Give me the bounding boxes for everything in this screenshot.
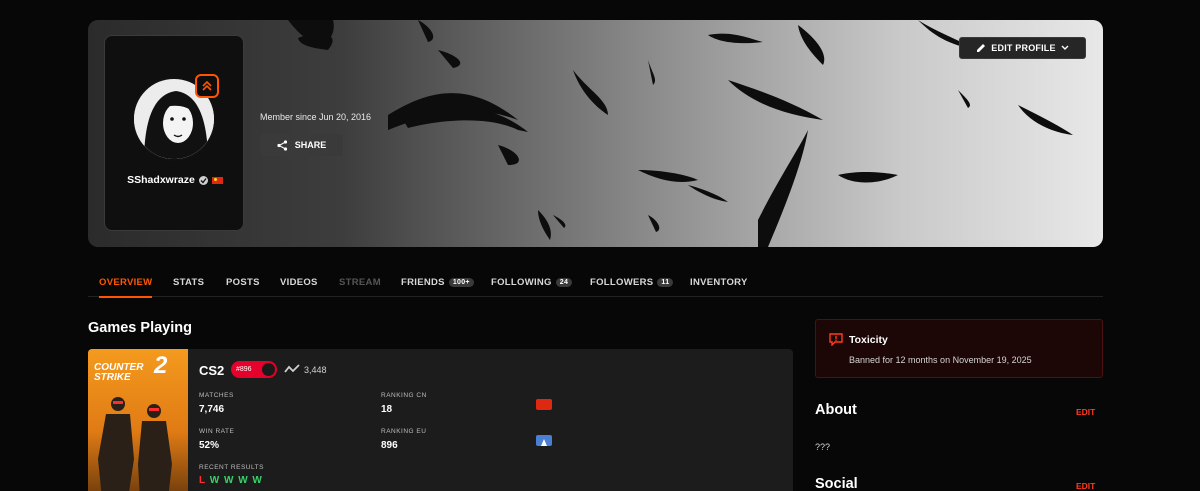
tab-following[interactable]: FOLLOWING 24 bbox=[491, 277, 573, 288]
game-name: CS2 bbox=[199, 363, 225, 378]
level-icon bbox=[261, 362, 276, 377]
cs2-cover-art: COUNTER STRIKE 2 bbox=[88, 349, 188, 491]
tab-label: FOLLOWING bbox=[491, 277, 552, 288]
tab-label: FRIENDS bbox=[401, 277, 445, 288]
tab-label: INVENTORY bbox=[690, 277, 748, 288]
result-item: W bbox=[252, 475, 263, 486]
tab-posts[interactable]: POSTS bbox=[226, 277, 260, 288]
tab-stats[interactable]: STATS bbox=[173, 277, 204, 288]
tab-count: 24 bbox=[555, 278, 573, 287]
level-badge bbox=[195, 74, 219, 98]
game-card-cs2[interactable]: COUNTER STRIKE 2 CS2 #896 3,448 MATCHES … bbox=[88, 349, 793, 491]
soldiers-illustration bbox=[98, 397, 172, 491]
verified-icon bbox=[198, 175, 208, 185]
tab-videos[interactable]: VIDEOS bbox=[280, 277, 318, 288]
tab-label: STATS bbox=[173, 277, 205, 288]
username-text: SShadxwraze bbox=[127, 174, 195, 186]
china-flag-icon bbox=[211, 176, 223, 184]
europe-region-icon bbox=[536, 435, 552, 446]
edit-profile-button[interactable]: EDIT PROFILE bbox=[959, 37, 1086, 59]
tab-followers[interactable]: FOLLOWERS 11 bbox=[590, 277, 674, 288]
pencil-icon bbox=[977, 44, 986, 52]
tab-overview[interactable]: OVERVIEW bbox=[99, 277, 153, 298]
about-edit-link[interactable]: EDIT bbox=[1076, 407, 1095, 417]
tab-friends[interactable]: FRIENDS 100+ bbox=[401, 277, 474, 288]
win-rate-label: WIN RATE bbox=[199, 428, 235, 435]
elo-rank-badge: #896 bbox=[231, 361, 277, 378]
result-item: W bbox=[223, 475, 235, 486]
share-icon bbox=[277, 139, 287, 151]
tab-label: FOLLOWERS bbox=[590, 277, 654, 288]
tab-label: POSTS bbox=[226, 277, 260, 288]
profile-tabs: OVERVIEW STATS POSTS VIDEOS STREAM FRIEN… bbox=[88, 271, 1103, 298]
tab-label: STREAM bbox=[339, 277, 381, 288]
matches-label: MATCHES bbox=[199, 392, 234, 399]
recent-results-label: RECENT RESULTS bbox=[199, 464, 264, 471]
about-text: ??? bbox=[815, 442, 831, 452]
toxicity-card: Toxicity Banned for 12 months on Novembe… bbox=[815, 319, 1103, 378]
games-playing-title: Games Playing bbox=[88, 320, 192, 336]
share-label: SHARE bbox=[294, 140, 327, 150]
toxicity-title: Toxicity bbox=[849, 334, 888, 346]
tab-count: 11 bbox=[657, 278, 674, 287]
result-item: W bbox=[238, 475, 249, 486]
tab-count: 100+ bbox=[448, 278, 474, 287]
ranking-eu-label: RANKING EU bbox=[381, 428, 427, 435]
share-button[interactable]: SHARE bbox=[260, 134, 343, 156]
about-title: About bbox=[815, 402, 857, 418]
ranking-cn-label: RANKING CN bbox=[381, 392, 427, 399]
chevron-down-icon bbox=[1061, 45, 1069, 50]
chevron-up-rank-icon bbox=[202, 80, 212, 91]
result-item: L bbox=[199, 475, 206, 486]
recent-results: L W W W W bbox=[199, 475, 263, 486]
tab-inventory[interactable]: INVENTORY bbox=[690, 277, 748, 288]
ranking-cn-value: 18 bbox=[381, 404, 393, 415]
elo-graph-icon bbox=[284, 364, 300, 373]
china-flag-icon bbox=[536, 399, 552, 410]
matches-value: 7,746 bbox=[199, 404, 225, 415]
edit-profile-label: EDIT PROFILE bbox=[991, 43, 1056, 53]
ranking-eu-value: 896 bbox=[381, 440, 398, 451]
win-rate-value: 52% bbox=[199, 440, 220, 451]
warning-message-icon bbox=[829, 333, 843, 346]
username: SShadxwraze bbox=[105, 174, 245, 186]
elo-rank-text: #896 bbox=[236, 366, 252, 373]
result-item: W bbox=[209, 475, 221, 486]
elo-value: 3,448 bbox=[304, 365, 327, 375]
social-edit-link[interactable]: EDIT bbox=[1076, 481, 1095, 491]
profile-card: SShadxwraze bbox=[104, 35, 244, 231]
tab-label: OVERVIEW bbox=[99, 277, 153, 288]
tab-stream[interactable]: STREAM bbox=[339, 277, 381, 288]
tab-label: VIDEOS bbox=[280, 277, 318, 288]
toxicity-text: Banned for 12 months on November 19, 202… bbox=[849, 355, 1032, 365]
member-since: Member since Jun 20, 2016 bbox=[260, 112, 372, 122]
social-title: Social bbox=[815, 476, 858, 491]
